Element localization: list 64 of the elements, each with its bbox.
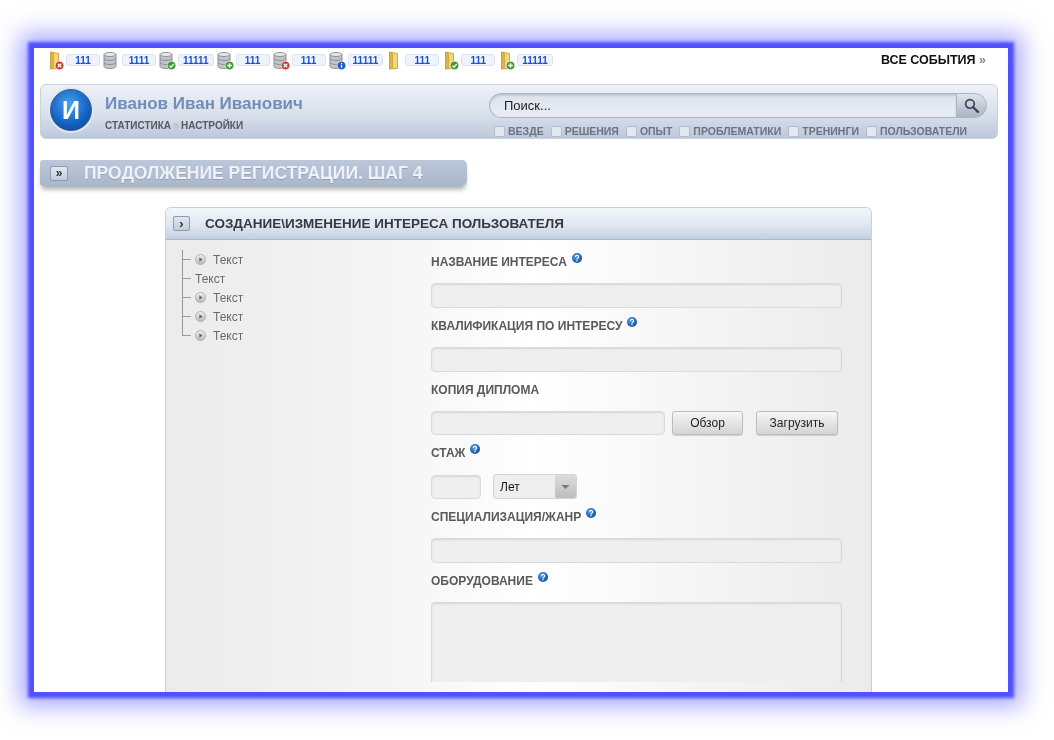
- browse-button[interactable]: Обзор: [672, 411, 743, 435]
- page-title: ПРОДОЛЖЕНИЕ РЕГИСТРАЦИИ. ШАГ 4: [84, 162, 423, 184]
- text-field[interactable]: [431, 538, 842, 563]
- search-button[interactable]: [956, 93, 987, 119]
- help-icon[interactable]: [571, 253, 582, 263]
- user-name: Иванов Иван Иванович: [105, 94, 303, 115]
- field-label: ОБОРУДОВАНИЕ: [431, 573, 533, 589]
- arrow-circle-icon[interactable]: [195, 330, 206, 341]
- panel-title: СОЗДАНИЕ\ИЗМЕНЕНИЕ ИНТЕРЕСА ПОЛЬЗОВАТЕЛЯ: [205, 216, 564, 231]
- event-count[interactable]: 11111: [178, 54, 214, 67]
- help-icon[interactable]: [627, 317, 638, 327]
- event-count[interactable]: 111: [235, 54, 270, 67]
- search-field[interactable]: Поиск...: [489, 93, 956, 119]
- search-icon: [964, 98, 979, 114]
- tree-item[interactable]: Текст: [213, 328, 244, 343]
- event-count[interactable]: 111: [66, 54, 100, 67]
- event-count[interactable]: 111: [461, 54, 496, 67]
- tree-item[interactable]: Текст: [195, 271, 226, 286]
- event-count[interactable]: 111: [291, 54, 326, 67]
- tree-item[interactable]: Текст: [213, 252, 244, 267]
- toggle-button[interactable]: ›: [173, 216, 190, 231]
- text-field[interactable]: [431, 347, 842, 372]
- filter-label: ПРОБЛЕМАТИКИ: [693, 125, 782, 138]
- profile-link[interactable]: НАСТРОЙКИ: [181, 120, 244, 132]
- upload-button[interactable]: Загрузить: [756, 411, 838, 435]
- tree-item[interactable]: Текст: [213, 309, 244, 324]
- caret-icon: [555, 475, 576, 498]
- event-count[interactable]: 11111: [517, 54, 553, 67]
- file-path-field[interactable]: [431, 411, 665, 435]
- field-label: КВАЛИФИКАЦИЯ ПО ИНТЕРЕСУ: [431, 318, 623, 334]
- filter-label: ТРЕНИНГИ: [802, 125, 859, 138]
- field-label: КОПИЯ ДИПЛОМА: [431, 382, 540, 398]
- number-field[interactable]: [431, 474, 481, 499]
- checkbox[interactable]: [865, 125, 877, 137]
- checkbox[interactable]: [679, 125, 691, 137]
- field-label: СПЕЦИАЛИЗАЦИЯ/ЖАНР: [431, 509, 582, 525]
- text-area[interactable]: [431, 602, 842, 682]
- checkbox[interactable]: [788, 125, 800, 137]
- help-icon[interactable]: [470, 444, 481, 454]
- arrow-circle-icon[interactable]: [195, 254, 206, 265]
- checkbox[interactable]: [550, 125, 562, 137]
- arrow-circle-icon[interactable]: [195, 292, 206, 303]
- profile-link[interactable]: СТАТИСТИКА: [105, 120, 172, 132]
- unit-select[interactable]: Лет: [493, 474, 577, 499]
- checkbox[interactable]: [625, 125, 637, 137]
- expand-button[interactable]: »: [50, 165, 68, 181]
- text-field[interactable]: [431, 283, 842, 308]
- bullet-icon: [173, 122, 180, 129]
- help-icon[interactable]: [586, 508, 597, 518]
- event-count[interactable]: 11111: [347, 54, 384, 67]
- avatar: И: [50, 89, 92, 132]
- filter-label: ПОЛЬЗОВАТЕЛИ: [879, 125, 968, 138]
- event-count[interactable]: 111: [405, 54, 440, 67]
- arrow-circle-icon[interactable]: [195, 311, 206, 322]
- field-label: НАЗВАНИЕ ИНТЕРЕСА: [431, 254, 567, 270]
- all-events-link[interactable]: ВСЕ СОБЫТИЯ »: [880, 53, 986, 68]
- event-count[interactable]: 1111: [122, 54, 156, 67]
- field-label: СТАЖ: [431, 445, 466, 461]
- help-icon[interactable]: [537, 572, 548, 582]
- filter-label: ВЕЗДЕ: [508, 125, 544, 138]
- tree-item[interactable]: Текст: [213, 290, 244, 305]
- checkbox[interactable]: [494, 125, 505, 137]
- filter-label: РЕШЕНИЯ: [564, 125, 619, 138]
- filter-label: ОПЫТ: [639, 125, 673, 138]
